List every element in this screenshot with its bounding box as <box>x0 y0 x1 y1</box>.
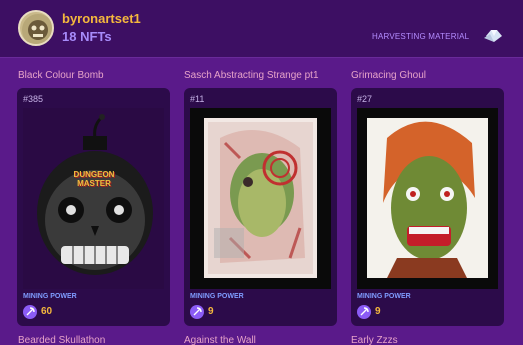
crystal-icon[interactable] <box>482 26 506 44</box>
nft-id: #27 <box>357 94 373 104</box>
collection-name[interactable]: byronartset1 <box>62 11 141 26</box>
pickaxe-icon <box>190 305 204 319</box>
nft-image[interactable] <box>190 108 331 289</box>
mining-power-label: MINING POWER <box>357 293 411 300</box>
mining-power-value: 60 <box>41 306 53 317</box>
avatar[interactable] <box>18 10 54 46</box>
nft-image[interactable] <box>357 108 498 289</box>
nft-card[interactable]: #27 MINING POWER 9 <box>351 88 504 326</box>
card-title[interactable]: Grimacing Ghoul <box>351 70 426 81</box>
card-title[interactable]: Early Zzzs <box>351 335 398 345</box>
nft-card[interactable]: #385 DUNGEON MASTER MINING POWER 60 <box>17 88 170 326</box>
pickaxe-icon <box>23 305 37 319</box>
card-title[interactable]: Sasch Abstracting Strange pt1 <box>184 70 319 81</box>
mining-power-value: 9 <box>375 306 381 317</box>
card-title[interactable]: Bearded Skullathon <box>18 335 105 345</box>
harvesting-material-label[interactable]: HARVESTING MATERIAL <box>372 32 469 41</box>
mining-power-label: MINING POWER <box>190 293 244 300</box>
pickaxe-icon <box>357 305 371 319</box>
nft-id: #11 <box>190 94 205 104</box>
mining-power-label: MINING POWER <box>23 293 77 300</box>
nft-id: #385 <box>23 94 44 104</box>
mining-power-value: 9 <box>208 306 214 317</box>
nft-count: 18 NFTs <box>62 29 112 44</box>
nft-card[interactable]: #11 MINING POWER 9 <box>184 88 337 326</box>
collection-header: byronartset1 18 NFTs HARVESTING MATERIAL <box>0 0 523 58</box>
nft-image[interactable]: DUNGEON MASTER <box>23 108 164 289</box>
art-text-label: DUNGEON MASTER <box>73 170 115 188</box>
card-title[interactable]: Against the Wall <box>184 335 256 345</box>
card-title[interactable]: Black Colour Bomb <box>18 70 104 81</box>
